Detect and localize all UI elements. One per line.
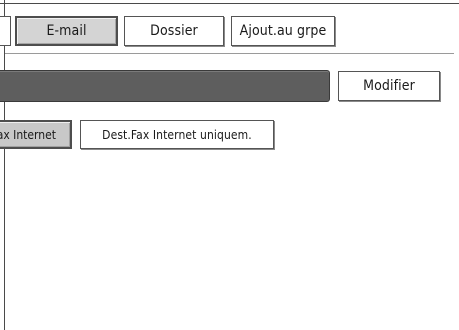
tab-add-group-label: Ajout.au grpe: [239, 23, 327, 39]
modify-button[interactable]: Modifier: [338, 71, 440, 101]
internet-fax-button[interactable]: Fax Internet: [0, 120, 72, 149]
separator-line: [5, 53, 454, 54]
tab-email[interactable]: E-mail: [15, 16, 118, 46]
internet-fax-only-button[interactable]: Dest.Fax Internet uniquem.: [80, 120, 274, 149]
frame-left-border: [4, 0, 5, 330]
tab-previous-partial[interactable]: [0, 16, 11, 46]
tab-email-label: E-mail: [46, 23, 87, 39]
tab-add-group[interactable]: Ajout.au grpe: [231, 16, 335, 46]
internet-fax-only-label: Dest.Fax Internet uniquem.: [102, 127, 252, 142]
tab-folder[interactable]: Dossier: [124, 16, 224, 46]
name-field[interactable]: [0, 70, 330, 102]
internet-fax-label: Fax Internet: [0, 128, 56, 142]
tab-folder-label: Dossier: [150, 23, 198, 39]
frame-top-border: [0, 3, 459, 4]
modify-button-label: Modifier: [363, 78, 415, 94]
